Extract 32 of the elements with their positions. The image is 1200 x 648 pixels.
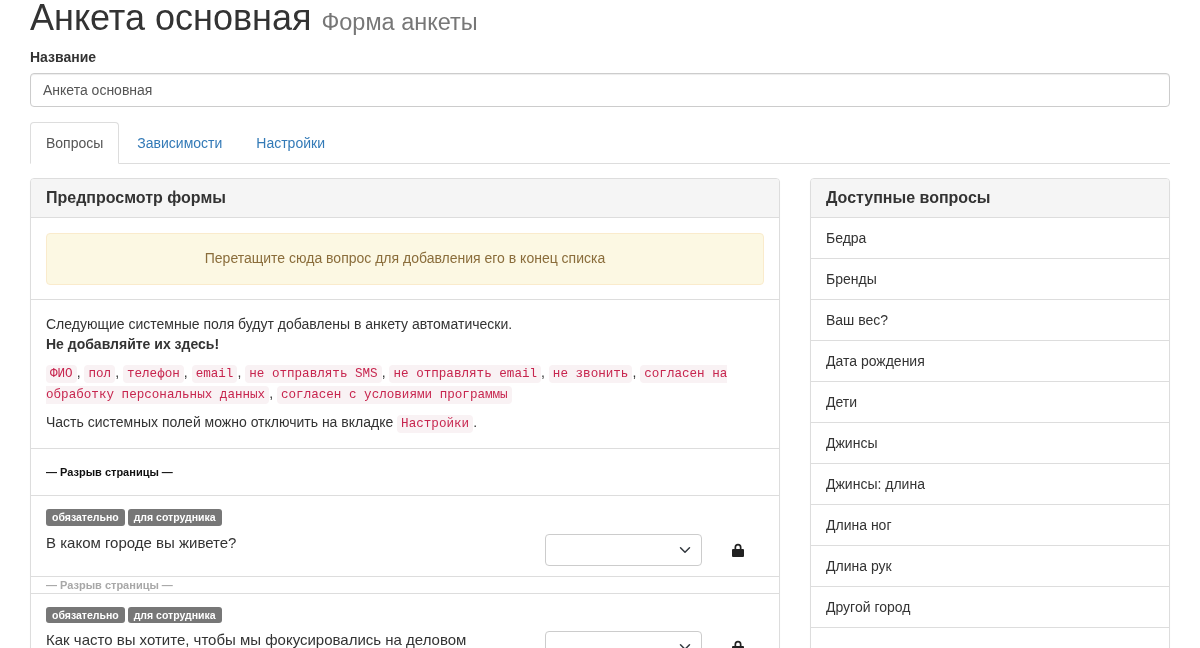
warning-text: Не добавляйте их здесь!: [46, 334, 221, 354]
question-list-item[interactable]: Джинсы: [811, 422, 1169, 464]
question-tag: обязательно: [46, 509, 125, 526]
question-list-item[interactable]: Ваш вес?: [811, 299, 1169, 341]
panel-title: Доступные вопросы: [811, 179, 1169, 218]
field-label: Название: [30, 48, 97, 67]
answer-select[interactable]: [544, 534, 702, 566]
tab[interactable]: Зависимости: [121, 122, 239, 164]
question-tag: обязательно: [46, 607, 125, 624]
settings-note: Часть системных полей можно отключить на вкладке Настройки .: [46, 412, 478, 434]
info-text: Следующие системные поля будут добавлены в анкету автоматически.: [46, 314, 514, 334]
question-text: В каком городе вы живете?: [46, 534, 238, 552]
question-text: Как часто вы хотите, чтобы мы фокусировались на деловом: [46, 631, 468, 648]
drop-zone[interactable]: Перетащите сюда вопрос для добавления его в конец списка: [46, 232, 764, 285]
question-list-item[interactable]: Бедра: [811, 217, 1169, 259]
question-list-item[interactable]: Дата рождения: [811, 340, 1169, 382]
question-tag: для сотрудника: [127, 607, 222, 624]
question-list-item[interactable]: Длина рук: [811, 545, 1169, 587]
question-list-item[interactable]: Длина ног: [811, 504, 1169, 546]
question-list-item[interactable]: Другой город: [811, 586, 1169, 628]
question-list-item[interactable]: Дети: [811, 381, 1169, 423]
panel-title: Предпросмотр формы: [31, 179, 779, 218]
page-break-drop-strip: — Разрыв страницы —: [31, 577, 779, 594]
page-break-label: — Разрыв страницы —: [46, 465, 174, 481]
page-subtitle: Форма анкеты: [321, 11, 478, 35]
question-list-item[interactable]: Джинсы: длина: [811, 463, 1169, 505]
name-input[interactable]: Анкета основная: [30, 73, 1170, 107]
question-list-item[interactable]: Бренды: [811, 258, 1169, 300]
tab[interactable]: Настройки: [240, 122, 341, 164]
page-title: Анкета основная: [30, 0, 312, 36]
question-tag: для сотрудника: [127, 509, 222, 526]
tab[interactable]: Вопросы: [30, 122, 120, 164]
